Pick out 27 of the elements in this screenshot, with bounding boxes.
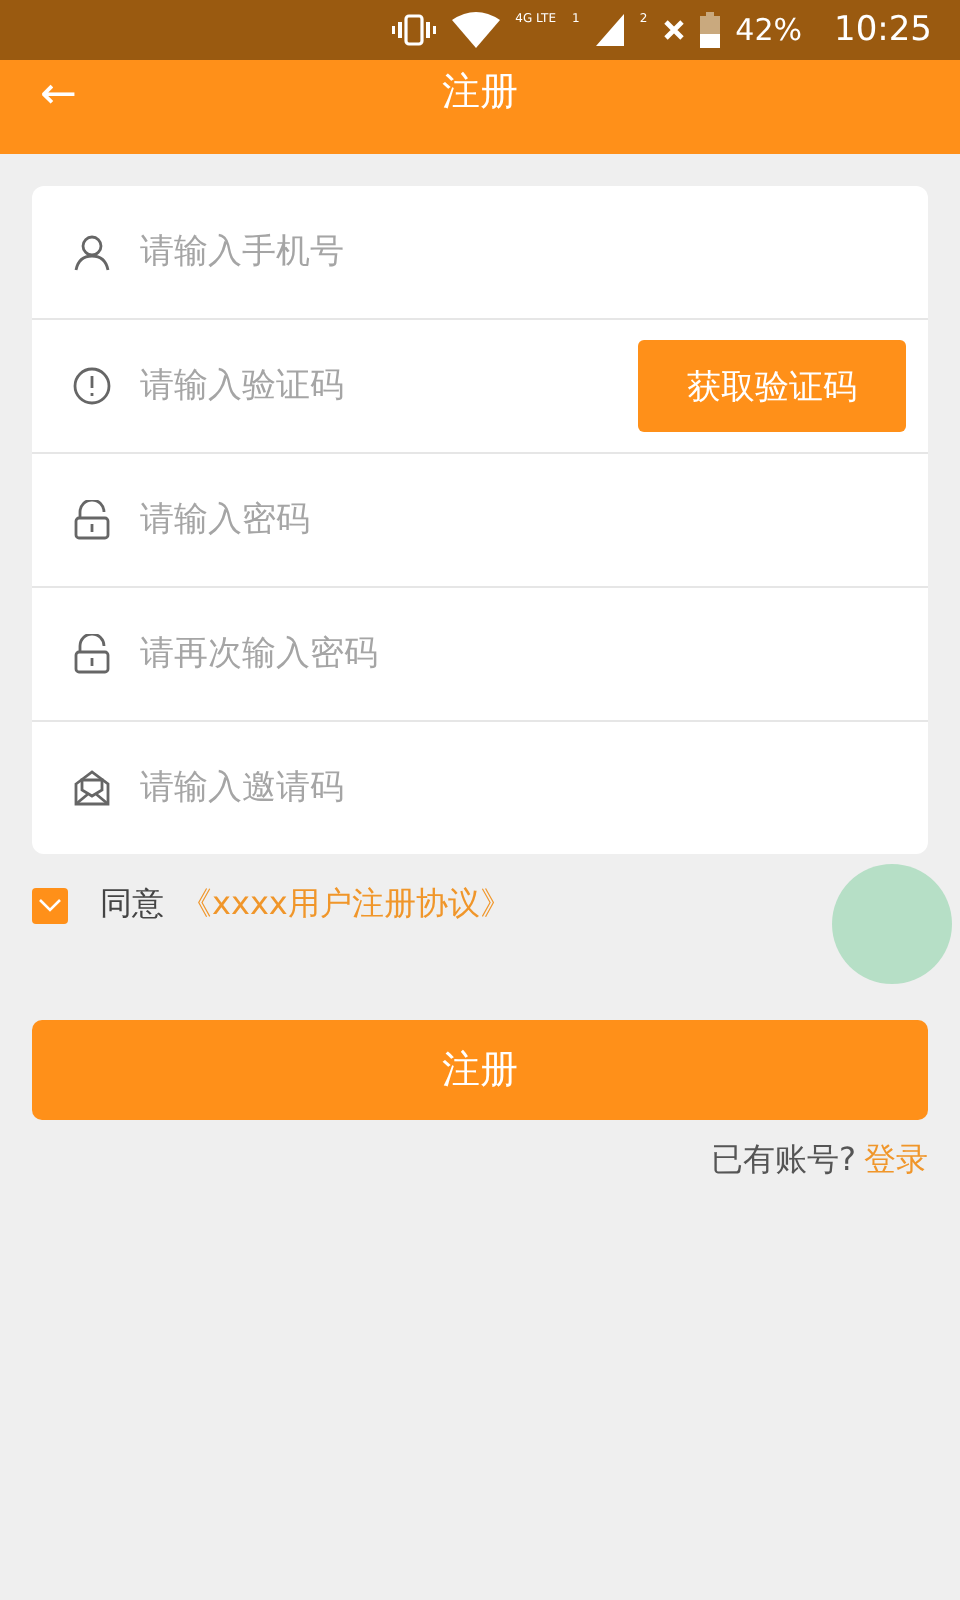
person-icon (72, 232, 112, 272)
vibrate-icon (391, 14, 436, 46)
alert-icon (72, 366, 112, 406)
agree-checkbox[interactable] (32, 887, 68, 923)
login-link[interactable]: 登录 (864, 1140, 928, 1182)
input-field[interactable]: 请输入密码 (136, 498, 906, 542)
lock-icon (72, 634, 112, 674)
input-field[interactable]: 请输入邀请码 (136, 766, 906, 810)
get-code-button[interactable]: 获取验证码 (638, 340, 906, 432)
login-prompt: 已有账号? (711, 1140, 856, 1182)
envelope-icon (72, 768, 112, 808)
input-field[interactable]: 请输入手机号 (136, 230, 906, 274)
signal-icon (595, 14, 624, 46)
no-signal-icon (663, 20, 684, 40)
agreement-link[interactable]: 《xxxx用户注册协议》 (180, 884, 512, 926)
back-button[interactable]: ← (40, 70, 77, 120)
register-button[interactable]: 注册 (32, 1020, 928, 1120)
page-title: 注册 (442, 68, 518, 118)
checkmark-icon (38, 897, 62, 913)
agree-label: 同意 (100, 884, 164, 926)
battery-level: 42% (735, 12, 802, 48)
lock-icon (72, 500, 112, 540)
wifi-icon (451, 12, 500, 48)
battery-icon (699, 12, 720, 48)
clock: 10:25 (834, 10, 932, 50)
input-field[interactable]: 请再次输入密码 (136, 632, 906, 676)
input-field[interactable]: 请输入验证码 (136, 364, 638, 408)
